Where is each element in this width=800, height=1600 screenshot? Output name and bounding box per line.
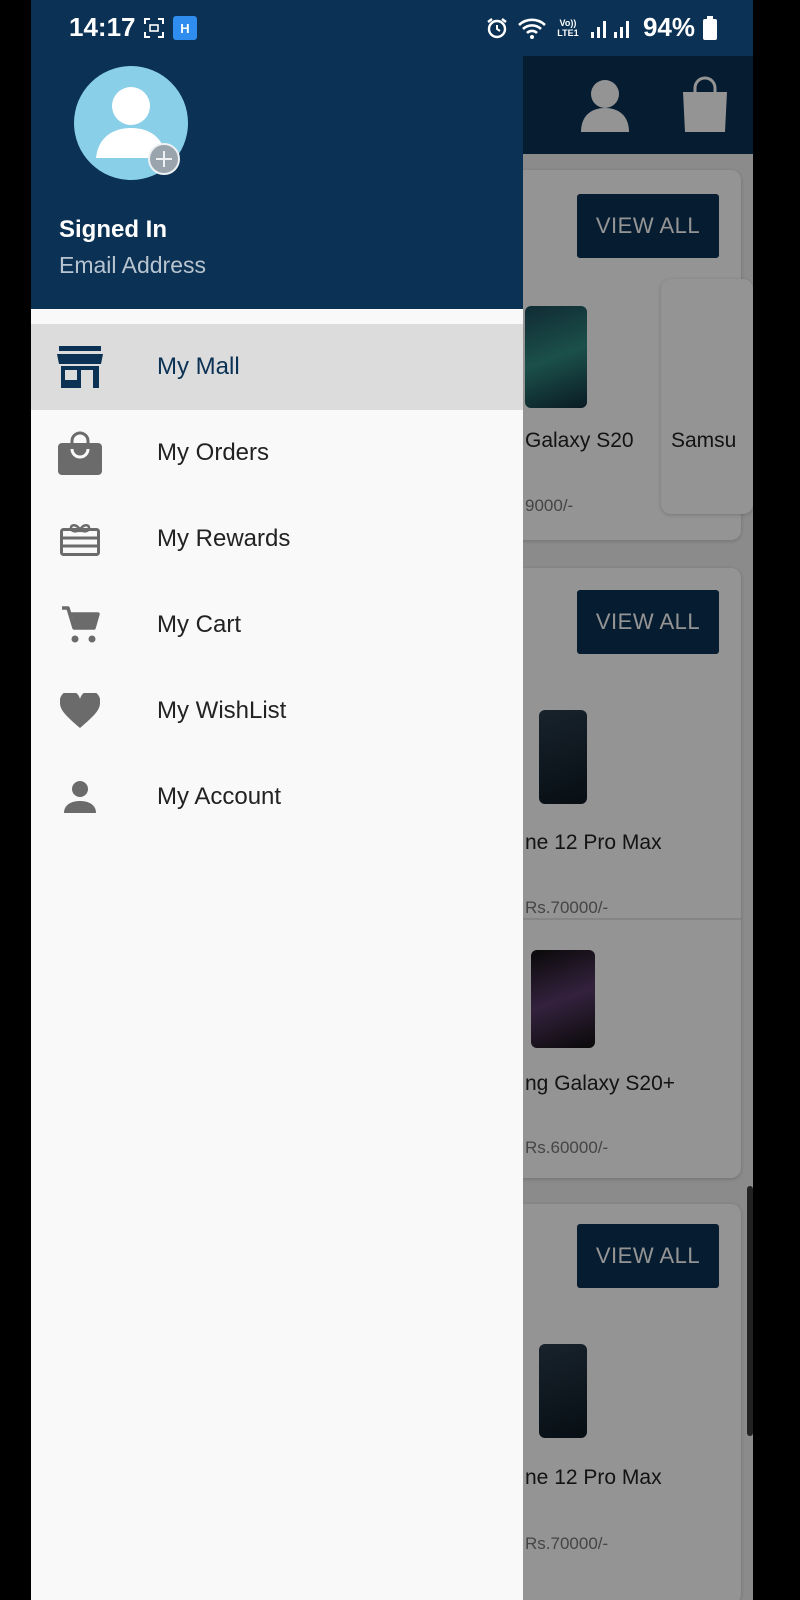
menu-item-label: My Orders	[157, 439, 270, 466]
menu-item-label: My Account	[157, 783, 282, 810]
status-right-group: Vo)) LTE1 94%	[485, 12, 717, 43]
signal-icon	[590, 20, 629, 38]
menu-item-label: My Rewards	[157, 525, 291, 552]
app-h-icon: H	[173, 16, 197, 40]
store-icon	[57, 344, 103, 390]
screenshot-icon	[144, 18, 164, 38]
menu-item-label: My WishList	[157, 697, 287, 724]
cart-icon	[57, 602, 103, 648]
menu-item-label: My Cart	[157, 611, 241, 638]
drawer-header: Signed In Email Address	[31, 56, 523, 309]
add-photo-icon[interactable]	[147, 142, 181, 176]
menu-item-my-wishlist[interactable]: My WishList	[31, 668, 523, 754]
menu-item-my-cart[interactable]: My Cart	[31, 582, 523, 668]
battery-icon	[703, 15, 717, 40]
menu-item-my-orders[interactable]: My Orders	[31, 410, 523, 496]
status-time: 14:17	[69, 12, 136, 42]
signed-in-label: Signed In	[59, 216, 167, 243]
battery-percent: 94%	[642, 12, 695, 42]
email-address-label: Email Address	[59, 252, 207, 278]
shopping-bag-icon	[57, 430, 103, 476]
heart-icon	[57, 688, 103, 734]
alarm-icon	[487, 17, 507, 38]
drawer-menu: My Mall My Orders My Rewards My Cart My …	[31, 324, 523, 840]
app-badge-label: H	[180, 20, 190, 36]
person-icon	[57, 774, 103, 820]
gift-card-icon	[57, 516, 103, 562]
menu-item-my-account[interactable]: My Account	[31, 754, 523, 840]
phone-screen: 14:17 H Vo)) LTE1 94% VIEW ALL Galaxy S2…	[31, 0, 753, 1600]
menu-item-my-mall[interactable]: My Mall	[31, 324, 523, 410]
menu-item-label: My Mall	[157, 353, 240, 380]
menu-item-my-rewards[interactable]: My Rewards	[31, 496, 523, 582]
volte-icon: Vo)) LTE1	[557, 17, 579, 38]
wifi-icon	[518, 18, 546, 39]
scrollbar[interactable]	[747, 1186, 753, 1436]
status-bar: 14:17 H Vo)) LTE1 94%	[31, 0, 753, 56]
navigation-drawer: Signed In Email Address My Mall My Order…	[31, 56, 523, 1600]
